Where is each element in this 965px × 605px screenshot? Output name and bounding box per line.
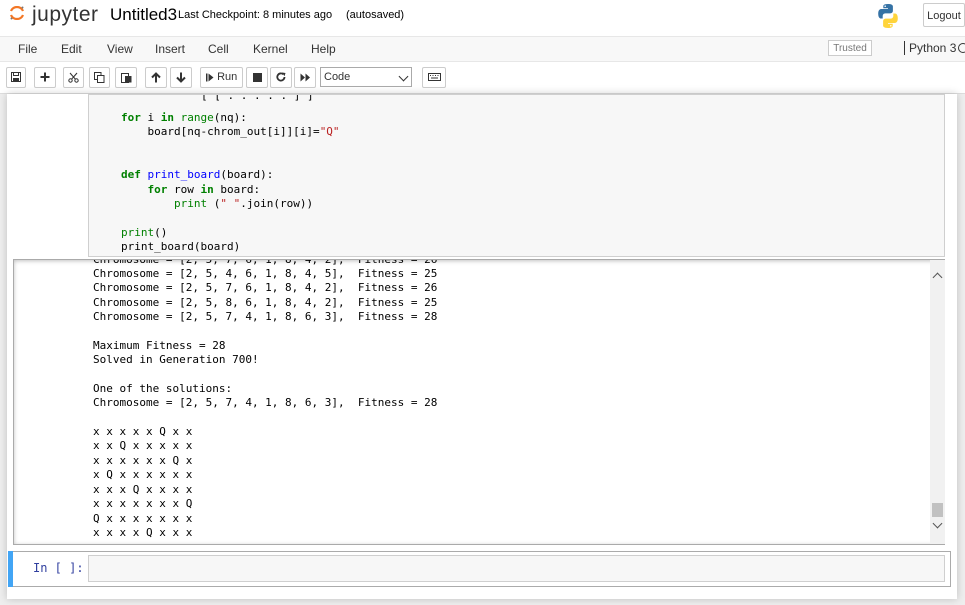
- copy-icon: [94, 71, 105, 83]
- step-forward-icon: [206, 73, 214, 82]
- plus-icon: [40, 72, 50, 82]
- cell-type-value: Code: [324, 71, 351, 83]
- kernel-name: Python 3: [904, 41, 956, 55]
- output-line: Chromosome = [2, 5, 4, 6, 1, 8, 4, 5], F…: [93, 267, 438, 280]
- menu-bar: File Edit View Insert Cell Kernel Help: [0, 36, 965, 62]
- code-line: def print_board(board):: [121, 168, 274, 181]
- autosave-status: (autosaved): [346, 9, 405, 21]
- board-row: x x x x Q x x x: [93, 526, 193, 539]
- copy-button[interactable]: [89, 67, 110, 88]
- menu-file[interactable]: File: [18, 42, 37, 56]
- fast-forward-icon: [300, 73, 310, 82]
- chevron-down-icon: [398, 71, 409, 82]
- move-down-button[interactable]: [170, 67, 192, 88]
- board-row: x x x x x x x Q: [93, 497, 193, 510]
- code-line: print (" ".join(row)): [173, 197, 314, 210]
- input-prompt: In [ ]:: [33, 561, 84, 575]
- paste-icon: [120, 72, 131, 83]
- cell-type-select[interactable]: Code: [320, 67, 412, 87]
- refresh-icon: [276, 72, 286, 82]
- save-icon: [11, 72, 21, 83]
- arrow-down-icon: [176, 72, 186, 83]
- cell-output[interactable]: Chromosome = [2, 5, 7, 6, 1, 8, 4, 2], F…: [13, 259, 945, 545]
- code-line: for row in board:: [147, 183, 261, 196]
- board-row: x x x Q x x x x: [93, 483, 193, 496]
- menu-cell[interactable]: Cell: [208, 42, 229, 56]
- jupyter-logo-icon[interactable]: [10, 6, 24, 20]
- output-line: Chromosome = [2, 5, 7, 4, 1, 8, 6, 3], F…: [93, 310, 438, 323]
- code-line: board[nq-chrom_out[i]][i]="Q": [121, 125, 340, 138]
- scrollbar-thumb[interactable]: [932, 503, 943, 517]
- notebook-header: jupyter Untitled3 Last Checkpoint: 8 min…: [0, 0, 965, 36]
- move-up-button[interactable]: [145, 67, 167, 88]
- selected-cell-indicator: [8, 551, 13, 587]
- menu-insert[interactable]: Insert: [155, 42, 185, 56]
- code-line: print(): [121, 226, 168, 239]
- run-label: Run: [217, 71, 238, 83]
- output-line: Chromosome = [2, 5, 7, 6, 1, 8, 4, 2], F…: [93, 281, 438, 294]
- paste-button[interactable]: [115, 67, 137, 88]
- board-row: x x Q x x x x x: [93, 439, 193, 452]
- menu-kernel[interactable]: Kernel: [253, 42, 288, 56]
- clipped-code-line: [ [ . . . . . ] ]: [201, 94, 314, 102]
- trusted-badge[interactable]: Trusted: [828, 40, 872, 56]
- board-row: x x x x x Q x x: [93, 425, 193, 438]
- restart-run-all-button[interactable]: [294, 67, 316, 88]
- code-line: print_board(board): [121, 240, 241, 253]
- board-row: Q x x x x x x x: [93, 512, 193, 525]
- menu-help[interactable]: Help: [311, 42, 336, 56]
- code-cell-input[interactable]: [ [ . . . . . ] ] for i in range(nq): bo…: [88, 94, 945, 257]
- output-line: Chromosome = [2, 5, 7, 4, 1, 8, 6, 3], F…: [93, 396, 438, 409]
- checkpoint-status: Last Checkpoint: 8 minutes ago: [178, 9, 333, 21]
- output-line: One of the solutions:: [93, 382, 233, 395]
- code-line: for i in range(nq):: [121, 111, 247, 124]
- restart-button[interactable]: [270, 67, 292, 88]
- keyboard-icon: [427, 73, 441, 82]
- toolbar: Run: [0, 62, 965, 94]
- clipped-output-line: Chromosome = [2, 5, 7, 6, 1, 8, 4, 2], F…: [93, 259, 438, 266]
- svg-text:[ [ . . . . . ] ]: [ [ . . . . . ] ]: [201, 94, 314, 102]
- save-button[interactable]: [6, 67, 26, 88]
- code-cell-input-empty[interactable]: [88, 555, 945, 582]
- stop-icon: [252, 72, 262, 82]
- output-line: Chromosome = [2, 5, 8, 6, 1, 8, 4, 2], F…: [93, 296, 438, 309]
- python-logo-icon: [878, 4, 898, 28]
- logout-button[interactable]: Logout: [923, 3, 965, 27]
- board-row: x x x x x x Q x: [93, 454, 193, 467]
- command-palette-button[interactable]: [422, 67, 446, 88]
- run-button[interactable]: Run: [200, 67, 243, 88]
- cut-button[interactable]: [63, 67, 84, 88]
- output-line: Solved in Generation 700!: [93, 353, 259, 366]
- scissors-icon: [68, 72, 79, 83]
- jupyter-logo-text[interactable]: jupyter: [32, 3, 99, 27]
- menu-view[interactable]: View: [107, 42, 133, 56]
- output-line: Maximum Fitness = 28: [93, 339, 226, 352]
- insert-cell-button[interactable]: [34, 67, 56, 88]
- notebook-name[interactable]: Untitled3: [110, 5, 177, 25]
- board-row: x Q x x x x x x: [93, 468, 193, 481]
- arrow-up-icon: [151, 71, 161, 83]
- menu-edit[interactable]: Edit: [61, 42, 82, 56]
- output-scrollbar[interactable]: [930, 260, 945, 544]
- interrupt-button[interactable]: [246, 67, 268, 88]
- kernel-status-icon: [958, 43, 965, 53]
